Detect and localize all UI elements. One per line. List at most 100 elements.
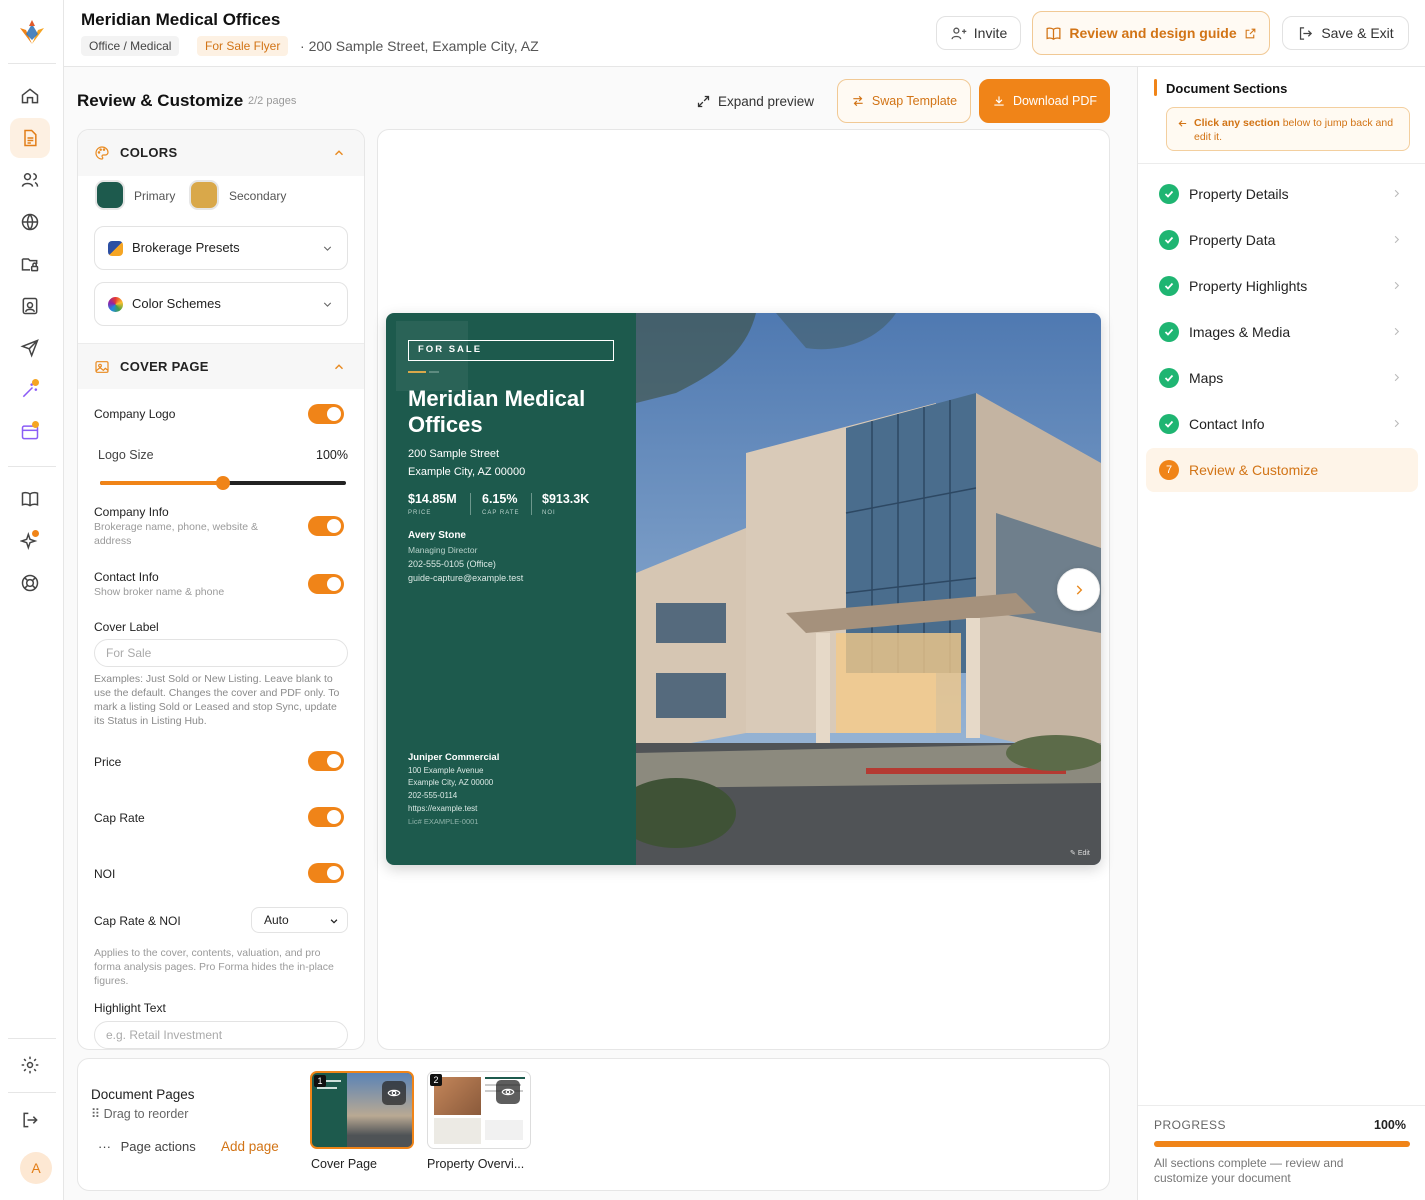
nav-logout[interactable] xyxy=(10,1100,50,1140)
nav-contacts[interactable] xyxy=(10,160,50,200)
section-item[interactable]: Images & Media xyxy=(1146,310,1418,354)
page-label-overview: Property Overvi... xyxy=(427,1157,525,1171)
preview-eye-button[interactable] xyxy=(496,1080,520,1104)
accent-line xyxy=(429,371,439,373)
section-item[interactable]: Contact Info xyxy=(1146,402,1418,446)
document-type-chip: For Sale Flyer xyxy=(197,36,289,56)
chevron-down-icon xyxy=(323,246,332,251)
cap-rate-noi-select[interactable]: Auto xyxy=(251,907,348,933)
brokerage-presets-dropdown[interactable]: Brokerage Presets xyxy=(94,226,348,270)
cap-rate-value: 6.15% xyxy=(482,492,518,506)
edit-photo-link[interactable]: ✎ Edit xyxy=(1070,849,1090,857)
design-guide-button[interactable]: Review and design guide xyxy=(1032,11,1270,55)
highlight-text-input[interactable]: e.g. Retail Investment xyxy=(94,1021,348,1049)
color-schemes-dropdown[interactable]: Color Schemes xyxy=(94,282,348,326)
color-wheel-icon xyxy=(108,297,123,312)
eye-icon xyxy=(501,1088,515,1096)
page-thumbnail-cover[interactable]: 1 xyxy=(310,1071,414,1149)
agent-phone: 202-555-0105 (Office) xyxy=(408,559,496,569)
company-info-toggle[interactable] xyxy=(308,516,344,536)
nav-ai-tools[interactable] xyxy=(10,370,50,410)
noi-key: NOI xyxy=(542,510,556,516)
company-logo-toggle[interactable] xyxy=(308,404,344,424)
section-item[interactable]: 7 Review & Customize xyxy=(1146,448,1418,492)
download-pdf-label: Download PDF xyxy=(1012,94,1098,108)
home-icon xyxy=(21,88,39,104)
colors-section-header[interactable]: COLORS xyxy=(78,130,364,176)
book-open-icon xyxy=(1046,26,1061,40)
check-circle-icon xyxy=(1159,414,1179,434)
nav-settings[interactable] xyxy=(10,1045,50,1085)
check-circle-icon xyxy=(1159,368,1179,388)
logo-size-slider-track[interactable] xyxy=(100,476,346,490)
brokerage-presets-label: Brokerage Presets xyxy=(132,240,240,255)
accent-line xyxy=(408,371,426,373)
download-pdf-button[interactable]: Download PDF xyxy=(979,79,1110,123)
nav-home[interactable] xyxy=(10,76,50,116)
section-item[interactable]: Property Highlights xyxy=(1146,264,1418,308)
arrow-left-icon xyxy=(1178,120,1187,127)
globe-icon xyxy=(21,213,39,231)
document-pages-bar: Document Pages ⠿ Drag to reorder ··· Pag… xyxy=(77,1058,1110,1191)
flyer-city: Example City, AZ 00000 xyxy=(408,466,526,478)
cap-rate-noi-help: Applies to the cover, contents, valuatio… xyxy=(94,947,334,987)
hint-bold: Click any section xyxy=(1194,117,1280,129)
nav-listings[interactable] xyxy=(10,244,50,284)
nav-campaigns[interactable] xyxy=(10,328,50,368)
external-link-icon xyxy=(1245,28,1255,38)
avatar[interactable]: A xyxy=(20,1152,52,1184)
page-actions-button[interactable]: ··· Page actions xyxy=(98,1139,196,1154)
page-title: Review & Customize xyxy=(77,91,244,110)
section-item[interactable]: Property Details xyxy=(1146,172,1418,216)
cover-page-section-header[interactable]: COVER PAGE xyxy=(78,343,364,389)
add-page-button[interactable]: Add page xyxy=(221,1139,279,1154)
secondary-color-swatch[interactable] xyxy=(189,180,219,210)
section-item[interactable]: Maps xyxy=(1146,356,1418,400)
logo-size-slider-fill xyxy=(100,481,223,485)
flyer-preview[interactable]: FOR SALE Meridian Medical Offices 200 Sa… xyxy=(386,313,1101,865)
price-key: PRICE xyxy=(408,510,432,516)
colors-section-title: COLORS xyxy=(120,145,178,160)
chevron-right-icon xyxy=(1076,584,1082,595)
progress-message: All sections complete — review and custo… xyxy=(1154,1156,1344,1185)
price-toggle[interactable] xyxy=(308,751,344,771)
section-item-label: Property Data xyxy=(1189,232,1276,248)
page-actions-label: Page actions xyxy=(120,1139,196,1154)
document-title: Meridian Medical Offices xyxy=(81,10,281,29)
primary-color-swatch[interactable] xyxy=(95,180,125,210)
nav-websites[interactable] xyxy=(10,202,50,242)
section-item-label: Review & Customize xyxy=(1189,462,1319,478)
nav-profiles[interactable] xyxy=(10,286,50,326)
page-number-badge: 1 xyxy=(314,1075,326,1087)
thumbnail-text-line xyxy=(317,1087,337,1089)
check-circle-icon xyxy=(1159,230,1179,250)
noi-toggle[interactable] xyxy=(308,863,344,883)
app-logo[interactable] xyxy=(16,18,48,50)
agent-title: Managing Director xyxy=(408,545,478,555)
document-sections-panel: Document Sections Click any section belo… xyxy=(1137,67,1425,1200)
flyer-title-line1: Meridian Medical xyxy=(408,386,586,411)
swap-template-label: Swap Template xyxy=(871,94,958,108)
nav-whats-new[interactable] xyxy=(10,521,50,561)
page-thumbnail-overview[interactable]: 2 xyxy=(427,1071,531,1149)
property-address: · 200 Sample Street, Example City, AZ xyxy=(300,38,539,54)
swap-template-button[interactable]: Swap Template xyxy=(837,79,971,123)
nav-guide[interactable] xyxy=(10,479,50,519)
users-icon xyxy=(21,173,39,187)
section-item[interactable]: Property Data xyxy=(1146,218,1418,262)
save-exit-button[interactable]: Save & Exit xyxy=(1282,16,1409,50)
nav-support[interactable] xyxy=(10,563,50,603)
cap-rate-noi-value: Auto xyxy=(264,913,289,927)
expand-preview-button[interactable]: Expand preview xyxy=(696,92,814,110)
next-page-button[interactable] xyxy=(1057,568,1100,611)
logo-size-slider-handle[interactable] xyxy=(216,476,230,490)
nav-documents[interactable] xyxy=(10,118,50,158)
invite-button[interactable]: Invite xyxy=(936,16,1021,50)
preview-eye-button[interactable] xyxy=(382,1081,406,1105)
chevron-right-icon xyxy=(1394,419,1400,428)
cap-rate-toggle[interactable] xyxy=(308,807,344,827)
nav-calendar[interactable] xyxy=(10,412,50,452)
logout-icon xyxy=(23,1112,38,1128)
contact-info-toggle[interactable] xyxy=(308,574,344,594)
cover-label-input[interactable]: For Sale xyxy=(94,639,348,667)
